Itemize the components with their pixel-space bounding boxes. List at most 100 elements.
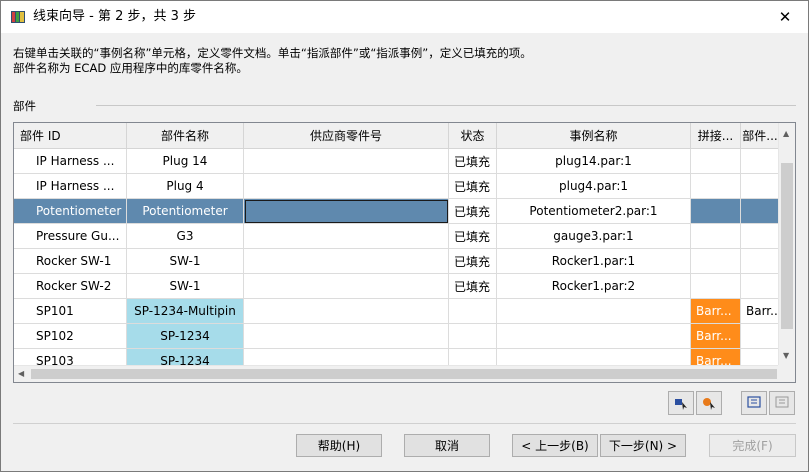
cell-status[interactable]: 已填充 [449, 274, 497, 299]
cell-part[interactable] [741, 174, 780, 199]
cell-status[interactable]: 已填充 [449, 199, 497, 224]
cell-part-name[interactable]: Potentiometer [127, 199, 244, 224]
instructions-text: 右键单击关联的“事例名称”单元格，定义零件文档。单击“指派部件”或“指派事例”，… [13, 46, 532, 76]
cell-part-id[interactable]: IP Harness ... [14, 149, 127, 174]
cell-instance-name[interactable]: plug4.par:1 [497, 174, 691, 199]
cell-instance-name[interactable] [497, 324, 691, 349]
cancel-button[interactable]: 取消 [404, 434, 490, 457]
cell-part-name[interactable]: Plug 4 [127, 174, 244, 199]
cell-splice[interactable] [691, 274, 741, 299]
close-button[interactable]: ✕ [762, 1, 808, 32]
cell-instance-name[interactable]: gauge3.par:1 [497, 224, 691, 249]
cell-part-id[interactable]: Rocker SW-2 [14, 274, 127, 299]
cell-splice[interactable] [691, 199, 741, 224]
cell-part-name[interactable]: SP-1234 [127, 324, 244, 349]
cell-status[interactable] [449, 324, 497, 349]
instructions-line-1: 右键单击关联的“事例名称”单元格，定义零件文档。单击“指派部件”或“指派事例”，… [13, 46, 532, 60]
footer-divider [13, 423, 796, 424]
table-row[interactable]: Pressure Gu... G3 已填充 gauge3.par:1 [14, 224, 780, 249]
assign-instance-button[interactable] [696, 391, 722, 415]
vertical-scrollbar[interactable]: ▲ ▼ [778, 123, 795, 365]
cell-instance-name[interactable]: Potentiometer2.par:1 [497, 199, 691, 224]
cell-vendor-part-number[interactable] [244, 149, 449, 174]
cell-instance-name[interactable]: Rocker1.par:2 [497, 274, 691, 299]
cell-splice[interactable]: Barr... [691, 299, 741, 324]
cell-vendor-part-number[interactable] [244, 274, 449, 299]
view-icon [747, 395, 761, 412]
title-bar: 线束向导 - 第 2 步，共 3 步 ✕ [1, 1, 808, 33]
table-row[interactable]: Rocker SW-2 SW-1 已填充 Rocker1.par:2 [14, 274, 780, 299]
cell-splice[interactable]: Barr... [691, 324, 741, 349]
window-title: 线束向导 - 第 2 步，共 3 步 [33, 9, 197, 24]
finish-button[interactable]: 完成(F) [709, 434, 796, 457]
column-header-part-id[interactable]: 部件 ID [14, 123, 127, 149]
cell-instance-name[interactable] [497, 299, 691, 324]
cell-vendor-part-number[interactable] [244, 199, 449, 224]
table-row[interactable]: SP101 SP-1234-Multipin Barr... Barr... [14, 299, 780, 324]
parts-grid[interactable]: 部件 ID 部件名称 供应商零件号 状态 事例名称 拼接... 部件... IP… [13, 122, 796, 383]
cell-part[interactable] [741, 274, 780, 299]
help-button[interactable]: 帮助(H) [296, 434, 382, 457]
column-header-part-name[interactable]: 部件名称 [127, 123, 244, 149]
scroll-up-icon[interactable]: ▲ [783, 129, 789, 138]
cell-part[interactable] [741, 224, 780, 249]
scroll-left-icon[interactable]: ◀ [18, 369, 24, 378]
cell-part-name[interactable]: SW-1 [127, 274, 244, 299]
cell-part-id[interactable]: SP102 [14, 324, 127, 349]
cell-part-name[interactable]: G3 [127, 224, 244, 249]
table-row[interactable]: Rocker SW-1 SW-1 已填充 Rocker1.par:1 [14, 249, 780, 274]
cell-status[interactable]: 已填充 [449, 224, 497, 249]
horizontal-scrollbar[interactable]: ◀ [14, 365, 780, 382]
cell-instance-name[interactable]: plug14.par:1 [497, 149, 691, 174]
cell-vendor-part-number[interactable] [244, 249, 449, 274]
wizard-window: 线束向导 - 第 2 步，共 3 步 ✕ 右键单击关联的“事例名称”单元格，定义… [0, 0, 809, 472]
cell-part[interactable] [741, 324, 780, 349]
cell-status[interactable]: 已填充 [449, 249, 497, 274]
cell-status[interactable]: 已填充 [449, 174, 497, 199]
list-icon [775, 395, 789, 412]
horizontal-scroll-thumb[interactable] [31, 369, 777, 379]
cell-part-name[interactable]: Plug 14 [127, 149, 244, 174]
cell-part-id[interactable]: Rocker SW-1 [14, 249, 127, 274]
assign-part-button[interactable] [668, 391, 694, 415]
view-button[interactable] [741, 391, 767, 415]
cell-vendor-part-number[interactable] [244, 324, 449, 349]
cell-part[interactable] [741, 249, 780, 274]
cell-part-name[interactable]: SP-1234-Multipin [127, 299, 244, 324]
cell-vendor-part-number[interactable] [244, 224, 449, 249]
column-header-status[interactable]: 状态 [449, 123, 497, 149]
cell-splice[interactable] [691, 249, 741, 274]
next-button[interactable]: 下一步(N) > [600, 434, 686, 457]
cell-part[interactable] [741, 149, 780, 174]
cell-part-id[interactable]: Potentiometer [14, 199, 127, 224]
cell-part[interactable] [741, 199, 780, 224]
table-row[interactable]: IP Harness ... Plug 14 已填充 plug14.par:1 [14, 149, 780, 174]
cell-status[interactable] [449, 299, 497, 324]
list-button[interactable] [769, 391, 795, 415]
cell-part-id[interactable]: SP101 [14, 299, 127, 324]
column-header-part[interactable]: 部件... [741, 123, 780, 149]
scroll-down-icon[interactable]: ▼ [783, 351, 789, 360]
close-icon: ✕ [778, 7, 792, 26]
table-row[interactable]: Potentiometer Potentiometer 已填充 Potentiomet… [14, 199, 780, 224]
column-header-splice[interactable]: 拼接... [691, 123, 741, 149]
cell-vendor-part-number[interactable] [244, 174, 449, 199]
cell-part[interactable]: Barr... [741, 299, 780, 324]
back-button[interactable]: < 上一步(B) [512, 434, 598, 457]
assign-instance-icon [701, 394, 717, 413]
cell-status[interactable]: 已填充 [449, 149, 497, 174]
cell-splice[interactable] [691, 224, 741, 249]
cell-splice[interactable] [691, 174, 741, 199]
assign-part-icon [673, 394, 689, 413]
column-header-vendor-part-number[interactable]: 供应商零件号 [244, 123, 449, 149]
cell-instance-name[interactable]: Rocker1.par:1 [497, 249, 691, 274]
cell-part-id[interactable]: Pressure Gu... [14, 224, 127, 249]
vertical-scroll-thumb[interactable] [781, 163, 793, 329]
cell-vendor-part-number[interactable] [244, 299, 449, 324]
column-header-instance-name[interactable]: 事例名称 [497, 123, 691, 149]
table-row[interactable]: SP102 SP-1234 Barr... [14, 324, 780, 349]
cell-part-name[interactable]: SW-1 [127, 249, 244, 274]
table-row[interactable]: IP Harness ... Plug 4 已填充 plug4.par:1 [14, 174, 780, 199]
cell-part-id[interactable]: IP Harness ... [14, 174, 127, 199]
cell-splice[interactable] [691, 149, 741, 174]
